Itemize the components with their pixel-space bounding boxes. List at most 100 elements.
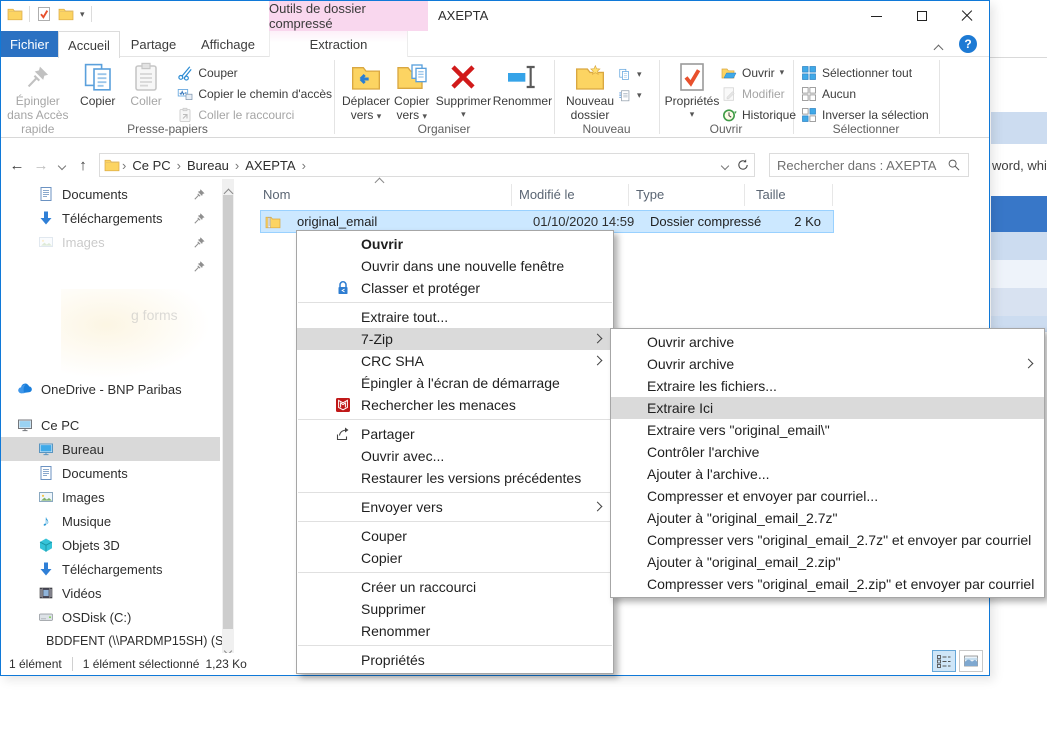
submenu-item-compresser-7z-envoyer[interactable]: Compresser vers "original_email_2.7z" et… bbox=[611, 529, 1044, 551]
tab-affichage[interactable]: Affichage bbox=[187, 31, 269, 57]
submenu-item-compresser-envoyer[interactable]: Compresser et envoyer par courriel... bbox=[611, 485, 1044, 507]
menu-item-rechercher-menaces[interactable]: Rechercher les menaces bbox=[297, 394, 613, 416]
collapse-ribbon-button[interactable] bbox=[935, 40, 945, 46]
download-arrow-icon bbox=[38, 561, 54, 577]
sidebar-item-osdisk[interactable]: OSDisk (C:) bbox=[1, 605, 220, 629]
sidebar-item-telechargements[interactable]: Téléchargements bbox=[1, 557, 220, 581]
submenu-item-compresser-zip-envoyer[interactable]: Compresser vers "original_email_2.zip" e… bbox=[611, 573, 1044, 595]
select-all-button[interactable]: Sélectionner tout bbox=[801, 62, 929, 83]
submenu-item-extraire-ici[interactable]: Extraire Ici bbox=[611, 397, 1044, 419]
customize-toolbar-chevron-icon[interactable]: ▾ bbox=[80, 9, 85, 20]
group-separator bbox=[939, 60, 940, 134]
explorer-folder-icon bbox=[7, 6, 23, 22]
menu-item-envoyer-vers[interactable]: Envoyer vers bbox=[297, 496, 613, 518]
column-header-type[interactable]: Type bbox=[636, 187, 664, 202]
new-folder-button[interactable]: Nouveau dossier bbox=[562, 58, 618, 124]
pin-icon bbox=[193, 260, 206, 273]
submenu-arrow-icon bbox=[593, 334, 603, 344]
submenu-item-extraire-les-fichiers[interactable]: Extraire les fichiers... bbox=[611, 375, 1044, 397]
search-icon[interactable] bbox=[947, 158, 961, 172]
sidebar-item-bureau[interactable]: Bureau bbox=[1, 437, 220, 461]
submenu-item-ajouter-archive[interactable]: Ajouter à l'archive... bbox=[611, 463, 1044, 485]
address-bar[interactable]: › Ce PC › Bureau › AXEPTA › bbox=[99, 153, 755, 177]
select-none-button[interactable]: Aucun bbox=[801, 83, 929, 104]
scrollbar-thumb[interactable] bbox=[223, 195, 233, 629]
menu-item-proprietes[interactable]: Propriétés bbox=[297, 649, 613, 671]
recent-locations-chevron-icon[interactable] bbox=[53, 156, 71, 174]
column-divider[interactable] bbox=[744, 184, 745, 206]
menu-item-renommer[interactable]: Renommer bbox=[297, 620, 613, 642]
submenu-item-ajouter-zip[interactable]: Ajouter à "original_email_2.zip" bbox=[611, 551, 1044, 573]
rename-button[interactable]: Renommer bbox=[491, 58, 553, 110]
menu-item-restaurer-versions[interactable]: Restaurer les versions précédentes bbox=[297, 467, 613, 489]
details-view-button[interactable] bbox=[932, 650, 956, 672]
sidebar-item-bddfent[interactable]: BDDFENT (\\PARDMP15SH) (S:) bbox=[1, 629, 220, 653]
submenu-item-ouvrir-archive-2[interactable]: Ouvrir archive bbox=[611, 353, 1044, 375]
clipboard-group: Épingler dans Accès rapide Copier Coller… bbox=[1, 57, 334, 137]
menu-item-epingler-ecran-demarrage[interactable]: Épingler à l'écran de démarrage bbox=[297, 372, 613, 394]
menu-item-ouvrir-avec[interactable]: Ouvrir avec... bbox=[297, 445, 613, 467]
menu-item-crc-sha[interactable]: CRC SHA bbox=[297, 350, 613, 372]
menu-item-ouvrir-nouvelle-fenetre[interactable]: Ouvrir dans une nouvelle fenêtre bbox=[297, 255, 613, 277]
thumbnails-view-button[interactable] bbox=[959, 650, 983, 672]
copy-to-button[interactable]: Copier vers ▾ bbox=[392, 58, 431, 124]
column-divider[interactable] bbox=[832, 184, 833, 206]
minimize-button[interactable] bbox=[854, 1, 899, 31]
menu-item-copier[interactable]: Copier bbox=[297, 547, 613, 569]
column-header-nom[interactable]: Nom bbox=[263, 187, 290, 202]
computer-icon bbox=[17, 417, 33, 433]
tab-fichier[interactable]: Fichier bbox=[1, 31, 58, 57]
cut-button[interactable]: Couper bbox=[177, 62, 332, 83]
easy-access-button[interactable]: ▾ bbox=[618, 85, 642, 106]
sidebar-item-ce-pc[interactable]: Ce PC bbox=[1, 413, 220, 437]
close-button[interactable] bbox=[944, 1, 989, 31]
tab-accueil[interactable]: Accueil bbox=[58, 31, 120, 58]
sidebar-item-images[interactable]: Images bbox=[1, 485, 220, 509]
refresh-icon[interactable] bbox=[736, 158, 750, 172]
properties-button[interactable]: Propriétés ▾ bbox=[663, 58, 721, 120]
submenu-item-controler-archive[interactable]: Contrôler l'archive bbox=[611, 441, 1044, 463]
maximize-button[interactable] bbox=[899, 1, 944, 31]
sidebar-item-telechargements-quick[interactable]: Téléchargements bbox=[1, 206, 220, 230]
sidebar-item-onedrive[interactable]: OneDrive - BNP Paribas bbox=[1, 377, 220, 401]
search-box[interactable]: Rechercher dans : AXEPTA bbox=[769, 153, 969, 177]
breadcrumb-ce-pc[interactable]: Ce PC bbox=[128, 158, 174, 173]
menu-item-7zip[interactable]: 7-Zip bbox=[297, 328, 613, 350]
address-dropdown-chevron-icon[interactable] bbox=[722, 156, 728, 174]
column-divider[interactable] bbox=[628, 184, 629, 206]
menu-item-creer-raccourci[interactable]: Créer un raccourci bbox=[297, 576, 613, 598]
menu-item-classer-et-proteger[interactable]: Classer et protéger bbox=[297, 277, 613, 299]
menu-item-couper[interactable]: Couper bbox=[297, 525, 613, 547]
back-button[interactable]: ← bbox=[5, 157, 29, 174]
menu-item-ouvrir[interactable]: Ouvrir bbox=[297, 233, 613, 255]
submenu-item-ouvrir-archive[interactable]: Ouvrir archive bbox=[611, 331, 1044, 353]
copy-path-button[interactable]: Copier le chemin d'accès bbox=[177, 83, 332, 104]
sidebar-item-videos[interactable]: Vidéos bbox=[1, 581, 220, 605]
column-header-taille[interactable]: Taille bbox=[756, 187, 786, 202]
sidebar-item-documents[interactable]: Documents bbox=[1, 461, 220, 485]
breadcrumb-bureau[interactable]: Bureau bbox=[183, 158, 233, 173]
sidebar-scrollbar[interactable] bbox=[222, 179, 234, 655]
submenu-item-ajouter-7z[interactable]: Ajouter à "original_email_2.7z" bbox=[611, 507, 1044, 529]
delete-button[interactable]: Supprimer ▾ bbox=[435, 58, 491, 120]
submenu-item-extraire-vers[interactable]: Extraire vers "original_email\" bbox=[611, 419, 1044, 441]
properties-quick-icon[interactable] bbox=[36, 6, 52, 22]
open-button[interactable]: Ouvrir ▾ bbox=[721, 62, 796, 83]
tab-partage[interactable]: Partage bbox=[120, 31, 187, 57]
help-button[interactable]: ? bbox=[959, 35, 977, 53]
menu-item-supprimer[interactable]: Supprimer bbox=[297, 598, 613, 620]
breadcrumb-axepta[interactable]: AXEPTA bbox=[241, 158, 299, 173]
sidebar-item-musique[interactable]: ♪ Musique bbox=[1, 509, 220, 533]
new-item-button[interactable]: ▾ bbox=[618, 64, 642, 85]
new-folder-quick-icon[interactable] bbox=[58, 6, 74, 22]
up-button[interactable]: ↑ bbox=[71, 157, 95, 174]
sidebar-item-documents-quick[interactable]: Documents bbox=[1, 182, 220, 206]
menu-item-partager[interactable]: Partager bbox=[297, 423, 613, 445]
column-header-modifie-le[interactable]: Modifié le bbox=[519, 187, 575, 202]
move-to-button[interactable]: Déplacer vers ▾ bbox=[340, 58, 392, 124]
sidebar-item-objets-3d[interactable]: Objets 3D bbox=[1, 533, 220, 557]
menu-item-extraire-tout[interactable]: Extraire tout... bbox=[297, 306, 613, 328]
copy-button[interactable]: Copier bbox=[73, 58, 123, 110]
column-divider[interactable] bbox=[511, 184, 512, 206]
tab-extraction[interactable]: Extraction bbox=[269, 31, 408, 57]
